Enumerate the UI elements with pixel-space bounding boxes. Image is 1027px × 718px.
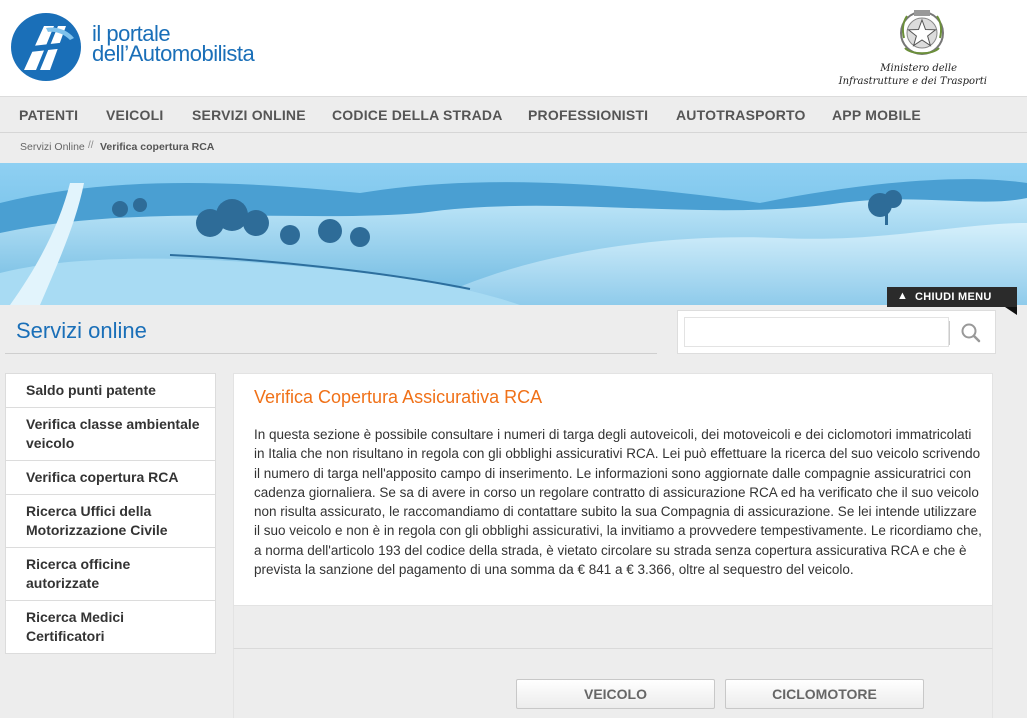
nav-item-servizi-online[interactable]: SERVIZI ONLINE	[192, 107, 306, 123]
ministry-logo[interactable]: Ministero delle Infrastrutture e dei Tra…	[817, 8, 987, 90]
content-spacer	[233, 606, 993, 648]
ministry-line-1: Ministero delle	[880, 63, 957, 74]
nav-item-professionisti[interactable]: PROFESSIONISTI	[528, 107, 648, 123]
content-title: Verifica Copertura Assicurativa RCA	[254, 387, 543, 407]
chevron-up-icon: ▲	[897, 290, 908, 302]
breadcrumb-current: Verifica copertura RCA	[100, 141, 215, 153]
title-divider	[5, 353, 657, 354]
veicolo-button[interactable]: VEICOLO	[516, 679, 715, 709]
sidebar-item-ricerca-medici[interactable]: Ricerca Medici Certificatori	[6, 601, 215, 653]
ciclomotore-button[interactable]: CICLOMOTORE	[725, 679, 924, 709]
search-icon[interactable]	[958, 321, 984, 345]
sidebar-item-ricerca-uffici-motorizzazione[interactable]: Ricerca Uffici della Motorizzazione Civi…	[6, 495, 215, 548]
breadcrumb-separator: //	[88, 140, 94, 151]
nav-item-app-mobile[interactable]: APP MOBILE	[832, 107, 921, 123]
search-divider	[949, 321, 950, 345]
close-menu-label: CHIUDI MENU	[915, 291, 992, 303]
landscape-banner-image	[0, 163, 1027, 305]
page-title: Servizi online	[16, 318, 147, 343]
content-panel: Verifica Copertura Assicurativa RCA In q…	[233, 373, 993, 606]
ribbon-fold	[1005, 307, 1017, 315]
nav-item-patenti[interactable]: PATENTI	[19, 107, 78, 123]
content-description: In questa sezione è possibile consultare…	[254, 427, 982, 578]
ministry-name: Ministero delle Infrastrutture e dei Tra…	[817, 62, 987, 88]
search-box	[677, 310, 996, 354]
nav-item-autotrasporto[interactable]: AUTOTRASPORTO	[676, 107, 806, 123]
close-menu-button[interactable]: ▲ CHIUDI MENU	[887, 287, 1017, 307]
breadcrumb: Servizi Online // Verifica copertura RCA	[0, 132, 1027, 163]
main-nav: PATENTI VEICOLI SERVIZI ONLINE CODICE DE…	[0, 96, 1027, 133]
sidebar-menu: Saldo punti patente Verifica classe ambi…	[5, 373, 216, 654]
ministry-line-2: Infrastrutture e dei Trasporti	[838, 76, 987, 87]
site-header: il portale dell’Automobilista Ministero …	[0, 0, 1027, 96]
sidebar-item-ricerca-officine[interactable]: Ricerca officine autorizzate	[6, 548, 215, 601]
sidebar-item-verifica-copertura-rca[interactable]: Verifica copertura RCA	[6, 461, 215, 495]
sidebar-item-verifica-classe-ambientale[interactable]: Verifica classe ambientale veicolo	[6, 408, 215, 461]
italian-emblem-icon	[900, 10, 944, 55]
nav-item-codice-della-strada[interactable]: CODICE DELLA STRADA	[332, 107, 503, 123]
sidebar-item-saldo-punti-patente[interactable]: Saldo punti patente	[6, 374, 215, 408]
site-logo-text[interactable]: il portale dell’Automobilista	[92, 23, 255, 66]
breadcrumb-home[interactable]: Servizi Online	[20, 141, 85, 153]
logo-line-2: dell’Automobilista	[92, 41, 255, 66]
portale-logo-icon[interactable]	[10, 12, 82, 82]
nav-item-veicoli[interactable]: VEICOLI	[106, 107, 163, 123]
search-input[interactable]	[684, 317, 949, 347]
